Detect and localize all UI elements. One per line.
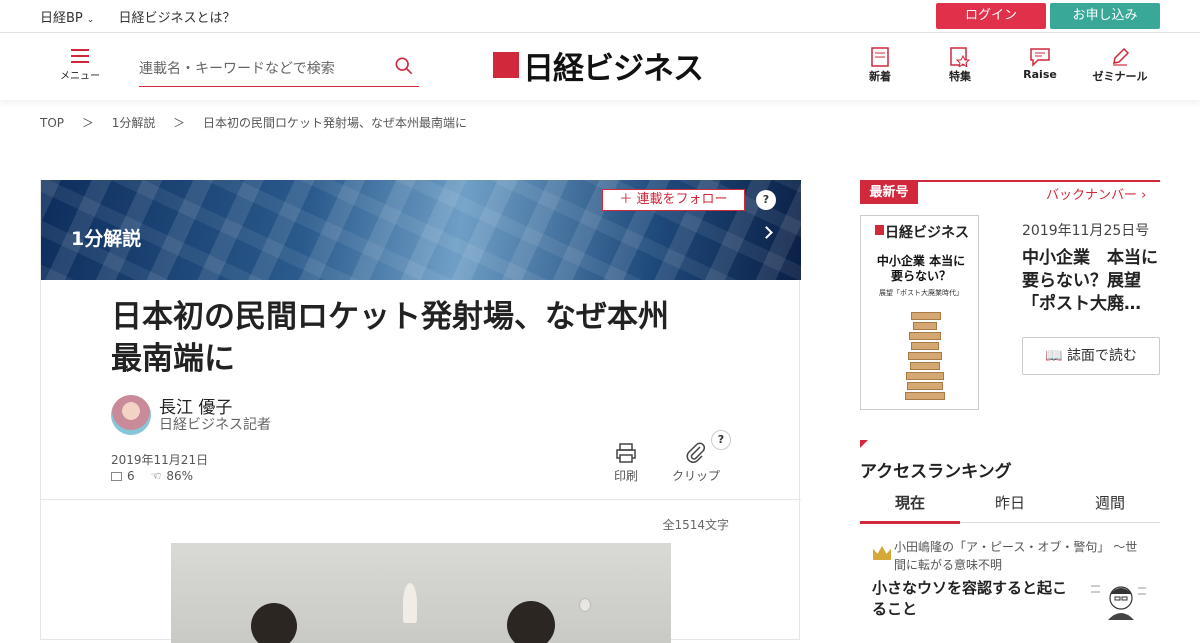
clip-help-icon[interactable]: ? [711,430,731,450]
rocket-model [403,583,417,623]
breadcrumb-top[interactable]: TOP [40,116,64,130]
comment-icon[interactable] [111,471,122,481]
jenga-block [906,372,944,380]
jenga-block [907,382,943,390]
jenga-block [910,362,940,370]
issue-date: 2019年11月25日号 [1022,223,1150,239]
feature-icon [950,47,970,67]
person-right [507,601,555,643]
ranking-tab-now[interactable]: 現在 [860,492,960,513]
top-bar: 日経BP ⌄ 日経ビジネスとは？ ログイン お申し込み [0,0,1200,33]
comment-count[interactable]: 6 [127,469,135,483]
char-count: 全1514文字 [662,518,729,532]
latest-issue-tag: 最新号 [860,182,918,204]
back-numbers-label: バックナンバー [1046,188,1138,203]
nav-feature-label: 特集 [949,70,971,83]
caricature-image [1091,585,1146,620]
raise-icon [1030,48,1050,67]
wall-fixture [579,598,591,612]
logo-mark [493,52,519,78]
divider [41,499,801,500]
printer-icon [616,443,636,463]
breadcrumb-current: 日本初の民間ロケット発射場、なぜ本州最南端に [203,116,468,130]
menu-label: メニュー [60,71,100,82]
jenga-block [911,312,941,320]
breadcrumb: TOP ＞ 1分解説 ＞ 日本初の民間ロケット発射場、なぜ本州最南端に [40,114,481,131]
ranking-headline[interactable]: 小さなウソを容認すると起こること [872,578,1072,620]
search-input[interactable]: 連載名・キーワードなどで検索 [139,53,419,87]
ranking-tab-yesterday[interactable]: 昨日 [960,492,1060,513]
jenga-block [905,392,945,400]
nav-new[interactable]: 新着 [850,47,910,84]
title-line-2: 最南端に [111,341,235,377]
apply-button[interactable]: お申し込み [1050,3,1160,29]
top-links: 日経BP ⌄ 日経ビジネスとは？ [40,7,257,26]
cover-sub: 展望「ポスト大廃業時代」 [879,289,963,297]
breadcrumb-sep: ＞ [173,116,186,130]
series-label[interactable]: 1分解説 [71,224,141,251]
title-line-1: 日本初の民間ロケット発射場、なぜ本州 [111,299,669,335]
paperclip-icon [686,442,706,463]
jenga-block [911,342,939,350]
open-book-icon: 📖 [1045,348,1063,364]
ranking-mark [860,440,868,448]
cover-logo-mark [875,225,884,235]
author-avatar[interactable] [111,395,151,435]
article-photo [171,543,671,643]
nav-new-label: 新着 [869,70,891,83]
seminar-icon [1113,47,1130,66]
brand-link[interactable]: 日経BP [40,11,83,26]
chevron-right-icon: › [1141,188,1147,203]
author-role: 日経ビジネス記者 [159,417,271,433]
nav-raise-label: Raise [1023,68,1057,81]
issue-title[interactable]: 中小企業 本当に要らない？展望「ポスト大廃… [1022,247,1162,316]
crown-icon [873,546,891,560]
login-button[interactable]: ログイン [936,3,1046,29]
search-icon[interactable] [395,57,413,75]
ranking-thumbnail[interactable] [1088,578,1148,620]
nav-seminar-label: ゼミナール [1092,70,1148,83]
read-issue-button[interactable]: 📖 誌面で読む [1022,337,1160,375]
breadcrumb-series[interactable]: 1分解説 [112,116,156,130]
site-logo[interactable]: 日経ビジネス [493,46,704,87]
nav-feature[interactable]: 特集 [930,47,990,84]
clip-label: クリップ [671,469,720,483]
print-button[interactable]: 印刷 [596,442,656,484]
jenga-block [909,332,941,340]
print-label: 印刷 [613,469,638,483]
help-icon[interactable]: ? [756,190,776,210]
nav-seminar[interactable]: ゼミナール [1090,47,1150,84]
menu-button[interactable]: メニュー [58,49,102,82]
cover-headline: 中小企業 本当に要らない？ [876,254,966,283]
read-issue-label: 誌面で読む [1066,348,1137,364]
ranking-title: アクセスランキング [860,462,1012,482]
publish-date: 2019年11月21日 [111,453,209,467]
ranking-tab-indicator [860,521,960,524]
series-banner[interactable]: 1分解説 ＋ 連載をフォロー ? [41,180,801,280]
article-meta: 6 ☜ 86% [111,469,193,483]
nav-raise[interactable]: Raise [1010,47,1070,81]
magazine-cover[interactable]: 日経ビジネス 中小企業 本当に要らない？ 展望「ポスト大廃業時代」 [860,215,979,410]
ranking-series[interactable]: 小田嶋隆の「ア・ピース・オブ・警句」 ～世間に転がる意味不明 [894,538,1144,574]
site-header: メニュー 連載名・キーワードなどで検索 日経ビジネス 新着 特集 Raise ゼ… [0,33,1200,100]
breadcrumb-sep: ＞ [81,116,94,130]
cover-logo: 日経ビジネス [885,225,969,241]
hamburger-icon [71,49,89,63]
thumbs-up-icon[interactable]: ☜ [151,469,162,483]
back-numbers-link[interactable]: バックナンバー › [1046,184,1146,203]
person-left [251,603,297,643]
jenga-block [913,322,937,330]
ranking-tab-week[interactable]: 週間 [1060,492,1160,513]
new-icon [871,47,889,67]
like-rate: 86% [166,469,194,483]
chevron-down-icon[interactable]: ⌄ [87,15,95,25]
about-link[interactable]: 日経ビジネスとは？ [118,11,235,26]
logo-text: 日経ビジネス [523,50,704,87]
follow-series-button[interactable]: ＋ 連載をフォロー [602,189,745,211]
jenga-block [908,352,942,360]
search-placeholder: 連載名・キーワードなどで検索 [139,61,335,77]
article-title: 日本初の民間ロケット発射場、なぜ本州 最南端に [111,296,731,380]
article: 1分解説 ＋ 連載をフォロー ? 日本初の民間ロケット発射場、なぜ本州 最南端に… [40,180,801,643]
chevron-right-icon[interactable] [760,226,773,239]
